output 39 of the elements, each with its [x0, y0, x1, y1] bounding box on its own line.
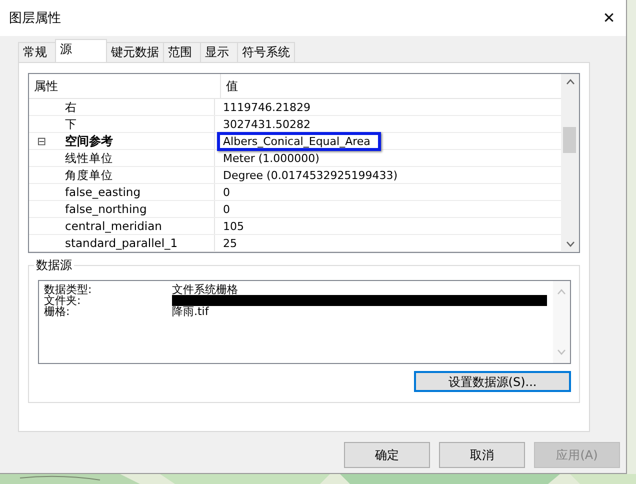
info-value: 降雨.tif	[172, 306, 209, 317]
tab[interactable]: 源	[55, 39, 107, 62]
property-name: 右	[65, 100, 77, 114]
property-name: 角度单位	[65, 168, 113, 182]
property-value: Degree (0.0174532925199433)	[222, 168, 399, 182]
dialog-button[interactable]: 确定	[344, 442, 430, 468]
property-name: false_easting	[65, 185, 141, 199]
property-value: 105	[222, 220, 245, 232]
tab[interactable]: 常规	[18, 42, 56, 62]
column-header[interactable]: 值	[221, 78, 238, 94]
property-value: 0	[222, 186, 231, 198]
scroll-down-icon[interactable]	[566, 241, 574, 247]
scrollbar[interactable]	[561, 74, 579, 252]
scroll-thumb[interactable]	[563, 127, 576, 153]
property-value: 3027431.50282	[222, 118, 312, 130]
property-name: false_northing	[65, 202, 147, 216]
scroll-up-icon[interactable]	[566, 79, 574, 85]
info-label: 数据类型:	[44, 284, 93, 295]
property-value: Albers_Conical_Equal_Area	[217, 132, 382, 150]
close-button[interactable]: ✕	[594, 3, 624, 33]
column-header[interactable]: 属性	[29, 74, 221, 98]
property-value: 1119746.21829	[222, 100, 312, 114]
property-value: 0	[222, 202, 231, 216]
property-value: 25	[222, 236, 238, 250]
property-value: Meter (1.000000)	[222, 152, 320, 164]
set-data-source-button[interactable]: 设置数据源(S)...	[414, 371, 571, 392]
group-title: 数据源	[34, 257, 74, 274]
property-name: 线性单位	[65, 150, 113, 166]
property-name: 下	[65, 116, 77, 132]
info-label: 栅格:	[44, 306, 70, 317]
category-label: 空间参考	[65, 132, 113, 150]
info-value: 文件系统栅格	[172, 284, 238, 295]
collapse-icon[interactable]: ⊟	[37, 134, 51, 148]
tab[interactable]: 符号系统	[237, 42, 295, 62]
property-name: standard_parallel_1	[65, 236, 178, 250]
property-name: central_meridian	[65, 219, 162, 233]
dialog-button[interactable]: 取消	[439, 442, 525, 468]
window-title: 图层属性	[9, 10, 61, 27]
info-label: 文件夹:	[44, 295, 81, 306]
